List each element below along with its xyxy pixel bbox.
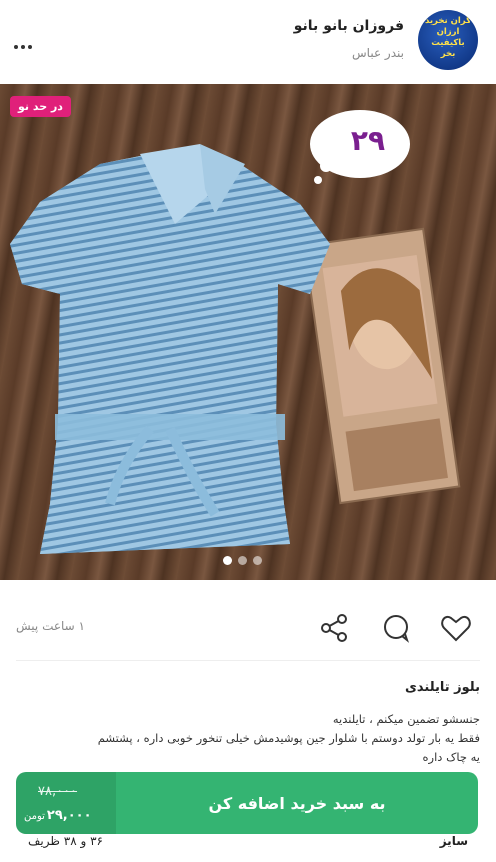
product-description: جنسشو تضمین میکنم ، تایلندیه فقط یه بار … (12, 710, 480, 767)
cloud-number: ۲۹ (350, 124, 386, 157)
new-price-value: ۲۹,۰۰۰ (46, 808, 92, 823)
divider (16, 660, 480, 661)
size-value: ۳۶ و ۳۸ ظریف (28, 834, 103, 848)
carousel-indicator[interactable] (220, 550, 265, 569)
avatar-logo-text: گران نخرید ارزان باکیفیت بخر (424, 16, 472, 59)
carousel-dot[interactable] (253, 556, 262, 565)
shop-header: گران نخرید ارزان باکیفیت بخر فروزان بانو… (0, 0, 496, 84)
size-label: سایز (439, 834, 468, 848)
shop-city: بندر عباس (352, 46, 404, 60)
condition-badge: در حد نو (10, 96, 71, 117)
price-box: ۷۸,۰۰۰ ۲۹,۰۰۰تومن (16, 772, 116, 834)
product-photo[interactable]: در حد نو ۲۹ (0, 84, 496, 580)
old-price: ۷۸,۰۰۰ (38, 784, 78, 799)
carousel-dot[interactable] (238, 556, 247, 565)
post-time: ۱ ساعت پیش (16, 619, 85, 633)
description-line: فقط یه بار تولد دوستم با شلوار جین پوشید… (97, 731, 480, 745)
description-line: جنسشو تضمین میکنم ، تایلندیه (332, 712, 480, 726)
share-icon[interactable] (318, 612, 350, 644)
add-to-cart-bar: ۷۸,۰۰۰ ۲۹,۰۰۰تومن به سبد خرید اضافه کن (16, 772, 478, 834)
more-options-icon[interactable] (14, 34, 36, 49)
description-line: یه چاک داره (422, 750, 480, 764)
currency-label: تومن (24, 811, 45, 822)
carousel-dot[interactable] (223, 556, 232, 565)
shop-avatar[interactable]: گران نخرید ارزان باکیفیت بخر (418, 10, 478, 70)
product-title: بلوز تایلندی (404, 680, 480, 695)
shop-name[interactable]: فروزان بانو بانو (294, 18, 404, 34)
product-illustration (10, 110, 461, 554)
add-to-cart-button[interactable]: به سبد خرید اضافه کن (116, 772, 478, 834)
new-price: ۲۹,۰۰۰تومن (24, 808, 92, 823)
like-heart-icon[interactable] (440, 612, 472, 644)
chat-bubble-icon[interactable] (380, 612, 412, 644)
